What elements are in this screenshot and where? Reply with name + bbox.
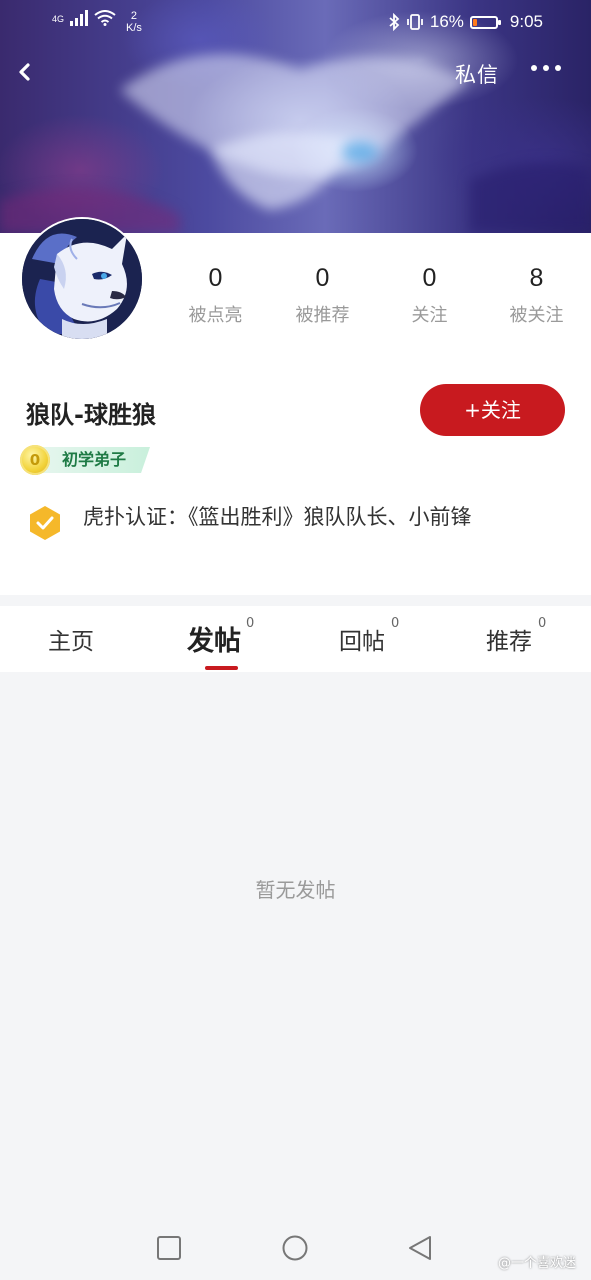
stat-value: 8	[529, 264, 544, 292]
battery-icon	[469, 15, 501, 29]
wifi-icon	[94, 10, 116, 26]
verification-text: 虎扑认证：《篮出胜利》狼队队长、小前锋	[83, 505, 472, 529]
watermark: @一个喜欢迷	[498, 1256, 577, 1271]
vibrate-icon	[406, 14, 423, 30]
wolf-avatar-image	[22, 219, 142, 339]
back-icon[interactable]	[12, 57, 42, 87]
bluetooth-icon	[389, 13, 400, 31]
clock: 9:05	[509, 12, 543, 31]
level-badge[interactable]: 0 初学弟子	[20, 445, 150, 475]
tab-count: 0	[246, 616, 255, 631]
tab-replies[interactable]: 回帖 0	[339, 606, 409, 672]
username: 狼队-球胜狼	[26, 401, 156, 429]
stat-value: 0	[422, 264, 437, 292]
tab-label: 发帖	[187, 626, 241, 657]
tab-recommend[interactable]: 推荐 0	[486, 606, 556, 672]
stat-label: 关注	[411, 305, 448, 326]
posts-content: 暂无发帖	[0, 672, 591, 1217]
level-label: 初学弟子	[62, 450, 127, 469]
more-options-icon[interactable]	[531, 65, 561, 71]
status-bar: 4G 2 K/s 16% 9:05	[0, 8, 591, 38]
recent-apps-icon[interactable]	[155, 1234, 183, 1262]
tab-posts[interactable]: 发帖 0	[187, 606, 259, 672]
follow-button[interactable]: +关注	[420, 384, 565, 436]
profile-banner: 4G 2 K/s 16% 9:05 私信	[0, 0, 591, 233]
stat-value: 0	[315, 264, 330, 292]
empty-state-message: 暂无发帖	[255, 878, 336, 902]
stat-following[interactable]: 0 关注	[376, 263, 483, 327]
avatar[interactable]	[22, 219, 142, 339]
profile-tabs: 主页 发帖 0 回帖 0 推荐 0	[0, 606, 591, 672]
verified-badge-icon	[30, 506, 60, 540]
speed-unit: K/s	[126, 22, 142, 34]
home-icon[interactable]	[281, 1234, 309, 1262]
battery-level	[472, 18, 477, 26]
signal-icon	[70, 10, 89, 26]
stat-label: 被点亮	[188, 305, 243, 326]
stat-value: 0	[208, 264, 223, 292]
profile-stats: 0 被点亮 0 被推荐 0 关注 8 被关注	[162, 263, 591, 338]
back-nav-icon[interactable]	[406, 1234, 434, 1262]
tab-label: 主页	[48, 629, 94, 655]
speed-value: 2	[130, 10, 138, 22]
stat-followers[interactable]: 8 被关注	[483, 263, 590, 327]
private-message-button[interactable]: 私信	[455, 59, 499, 89]
level-coin-icon: 0	[20, 445, 50, 475]
tab-home[interactable]: 主页	[48, 606, 108, 672]
network-speed: 2 K/s	[126, 10, 142, 34]
stat-recommended[interactable]: 0 被推荐	[269, 263, 376, 327]
tab-label: 回帖	[339, 629, 385, 655]
profile-card: 0 被点亮 0 被推荐 0 关注 8 被关注 狼队-球胜狼 +关注 0 初学弟子…	[0, 219, 591, 595]
stat-liked[interactable]: 0 被点亮	[162, 263, 269, 327]
network-type: 4G	[52, 14, 65, 24]
battery-percent: 16%	[429, 12, 464, 31]
stat-label: 被推荐	[295, 305, 350, 326]
active-tab-indicator	[205, 666, 238, 670]
top-nav: 私信	[0, 55, 591, 91]
stat-label: 被关注	[509, 305, 564, 326]
tab-label: 推荐	[486, 629, 532, 655]
tab-count: 0	[391, 616, 400, 631]
tab-count: 0	[538, 616, 547, 631]
